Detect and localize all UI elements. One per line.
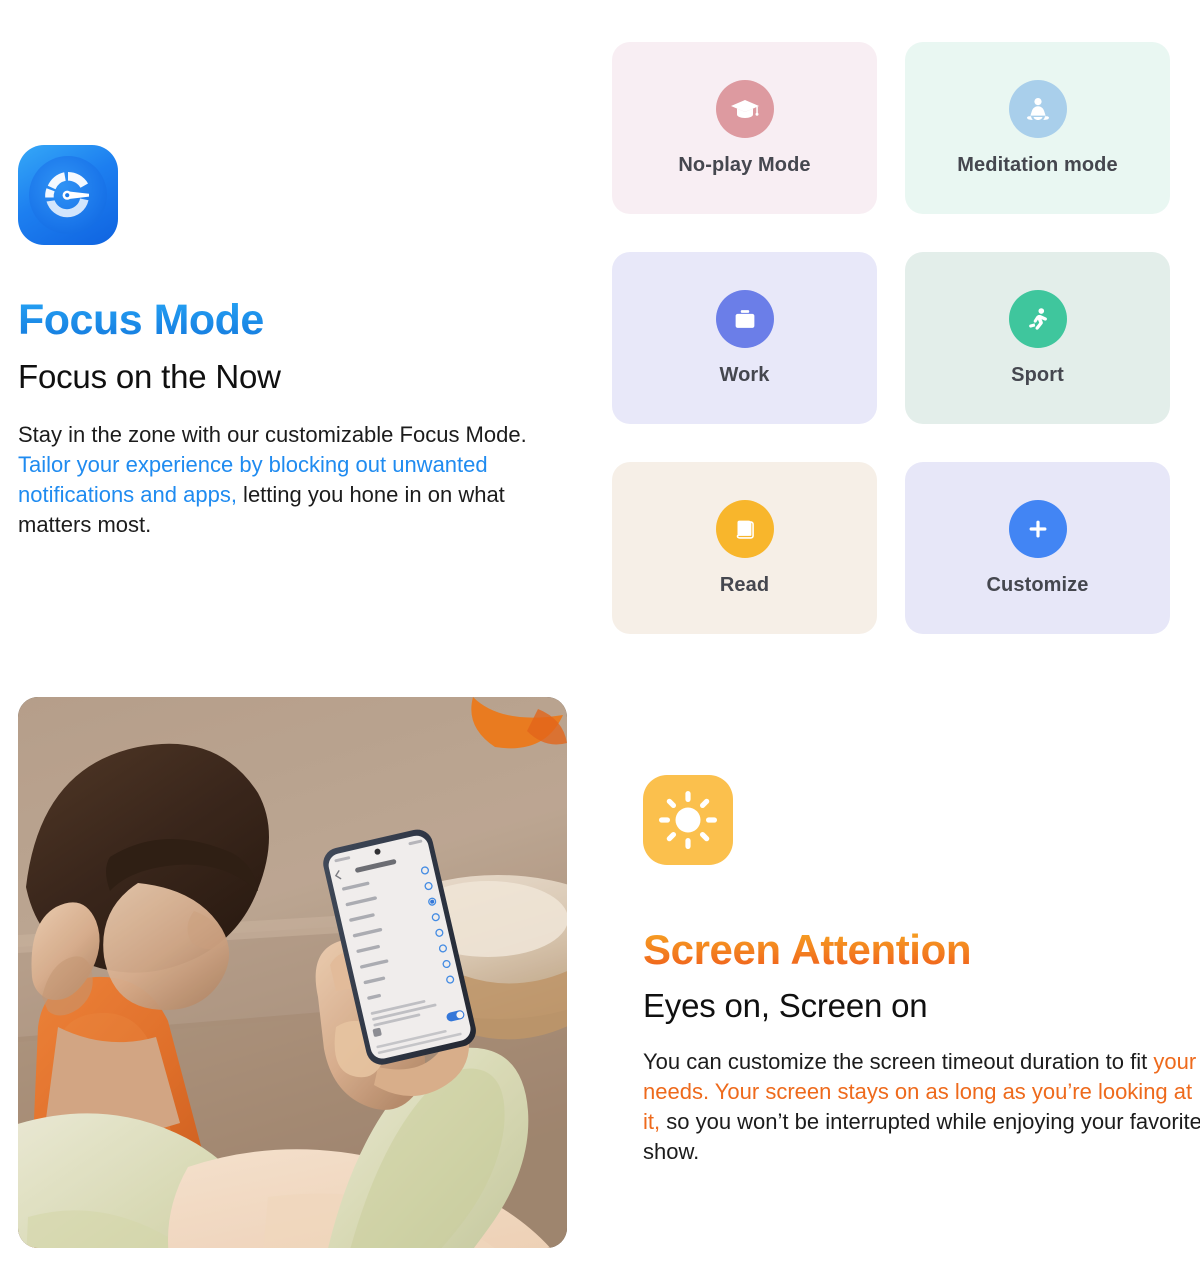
running-person-icon: [1008, 289, 1067, 348]
focus-mode-subheadline: Focus on the Now: [18, 358, 281, 396]
mode-card-label: Meditation mode: [957, 153, 1118, 176]
mode-card-label: Sport: [1011, 363, 1064, 386]
mode-card-customize[interactable]: Customize: [905, 462, 1170, 634]
mode-card-sport[interactable]: Sport: [905, 252, 1170, 424]
mode-card-label: Read: [719, 573, 770, 596]
mode-card-read[interactable]: Read: [612, 462, 877, 634]
plus-icon: [1008, 499, 1067, 558]
marketing-feature-page: Focus Mode Focus on the Now Stay in the …: [0, 0, 1200, 1288]
mode-card-label: No-play Mode: [678, 153, 811, 176]
lifestyle-photo: [18, 697, 567, 1248]
attention-body-tail: so you won’t be interrupted while enjoyi…: [643, 1108, 1200, 1164]
mode-card-label: Work: [719, 363, 770, 386]
meditation-person-icon: [1008, 79, 1067, 138]
attention-body-lead: You can customize the screen timeout dur…: [643, 1049, 1154, 1075]
mode-card-no-play[interactable]: No-play Mode: [612, 42, 877, 214]
mode-card-meditation[interactable]: Meditation mode: [905, 42, 1170, 214]
screen-attention-headline: Screen Attention: [643, 926, 972, 973]
focus-body-lead: Stay in the zone with our customizable F…: [18, 422, 527, 448]
focus-mode-section: Focus Mode Focus on the Now Stay in the …: [18, 145, 578, 540]
screen-attention-body: You can customize the screen timeout dur…: [643, 1047, 1200, 1167]
briefcase-icon: [715, 289, 774, 348]
graduation-cap-icon: [715, 79, 774, 138]
focus-mode-headline: Focus Mode: [18, 296, 264, 344]
focus-mode-card-grid: No-play Mode Meditation mode Work Sport …: [612, 42, 1178, 634]
mode-card-work[interactable]: Work: [612, 252, 877, 424]
focus-mode-body: Stay in the zone with our customizable F…: [18, 420, 566, 540]
book-icon: [715, 499, 774, 558]
screen-attention-section: Screen Attention Eyes on, Screen on You …: [643, 775, 1200, 1167]
screen-attention-subheadline: Eyes on, Screen on: [643, 987, 928, 1025]
mode-card-label: Customize: [986, 573, 1089, 596]
focus-mode-gauge-icon: [18, 145, 118, 245]
sun-brightness-icon: [643, 775, 733, 865]
